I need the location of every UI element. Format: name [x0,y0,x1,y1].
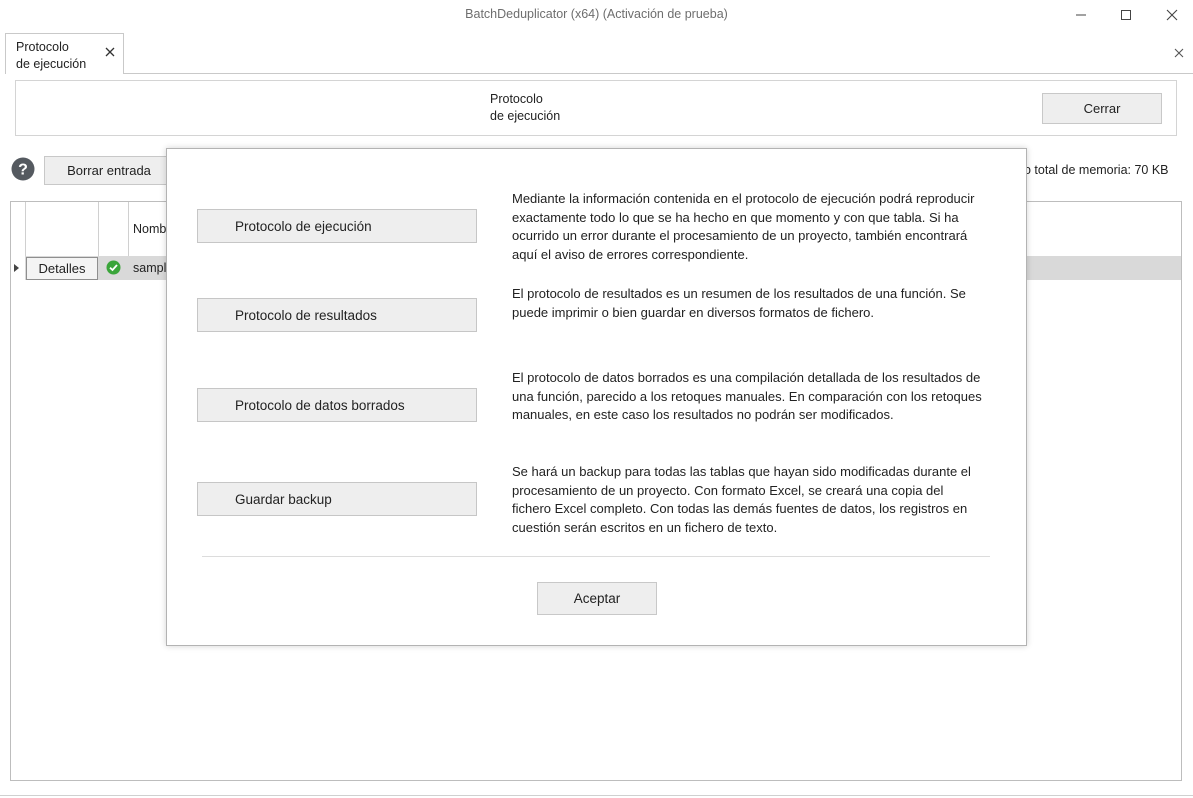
results-protocol-button[interactable]: Protocolo de resultados [197,298,477,332]
dialog-separator [202,556,990,557]
deleted-data-protocol-button[interactable]: Protocolo de datos borrados [197,388,477,422]
maximize-button[interactable] [1103,0,1149,30]
tab-label: Protocolo de ejecución [16,40,87,71]
save-backup-description: Se hará un backup para todas las tablas … [512,464,971,535]
tab-close-icon[interactable] [103,45,117,59]
details-button[interactable]: Detalles [26,257,98,280]
delete-entry-button[interactable]: Borrar entrada [44,156,174,185]
tab-strip-line [124,73,1193,74]
execution-protocol-description: Mediante la información contenida en el … [512,191,975,262]
window-bottom-border [0,795,1193,796]
page-title: Protocolo de ejecución [490,92,561,123]
window-title: BatchDeduplicator (x64) (Activación de p… [465,7,728,21]
title-bar: BatchDeduplicator (x64) (Activación de p… [0,0,1193,30]
row-expand-arrow-icon[interactable] [14,264,19,272]
window-close-button[interactable] [1149,0,1193,30]
deleted-data-protocol-description: El protocolo de datos borrados es una co… [512,370,982,422]
close-button[interactable]: Cerrar [1042,93,1162,124]
minimize-button[interactable] [1058,0,1104,30]
maximize-icon [1121,10,1131,20]
execution-protocol-button[interactable]: Protocolo de ejecución [197,209,477,243]
close-all-tabs-icon[interactable] [1172,46,1186,60]
accept-button[interactable]: Aceptar [537,582,657,615]
results-protocol-description: El protocolo de resultados es un resumen… [512,286,966,320]
minimize-icon [1076,14,1086,16]
row-name-cell: sampl [133,261,167,275]
memory-usage-text: o total de memoria: 70 KB [1024,163,1169,177]
svg-text:?: ? [18,162,28,179]
help-icon[interactable]: ? [11,157,35,181]
save-backup-button[interactable]: Guardar backup [197,482,477,516]
column-header-name[interactable]: Nomb [133,222,166,236]
close-icon [1166,9,1178,21]
tab-protocolo-ejecucion[interactable]: Protocolo de ejecución [5,33,124,74]
check-circle-icon [106,260,121,275]
header-panel [15,80,1177,136]
